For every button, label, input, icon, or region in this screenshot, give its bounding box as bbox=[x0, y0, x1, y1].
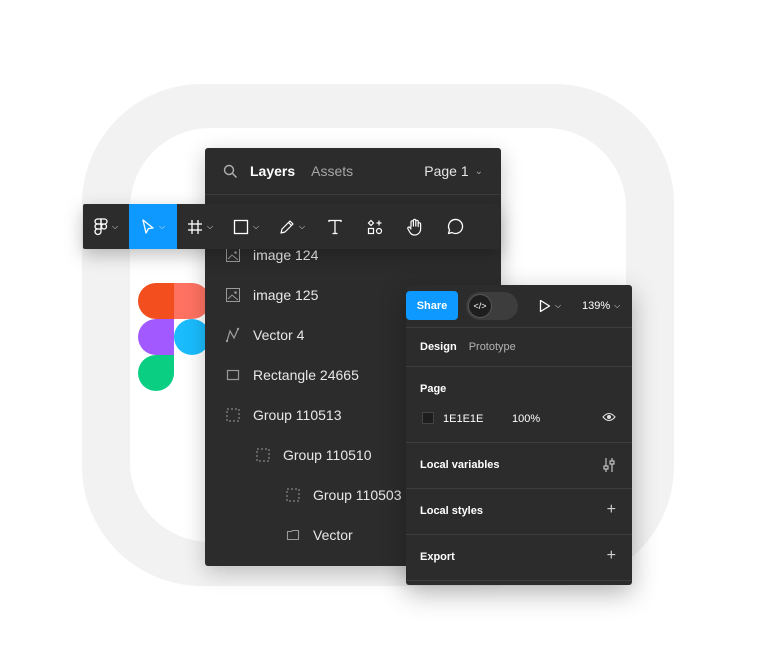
present-button[interactable]: ⌵ bbox=[539, 285, 561, 327]
local-variables-label: Local variables bbox=[420, 459, 500, 471]
chevron-down-icon: ⌵ bbox=[111, 221, 119, 231]
layer-row[interactable]: Rectangle 24665 bbox=[225, 355, 359, 395]
folder-icon bbox=[285, 527, 301, 543]
variables-adjust-icon[interactable] bbox=[603, 457, 615, 473]
chevron-down-icon: ⌵ bbox=[614, 301, 621, 310]
pen-tool-button[interactable]: ⌵ bbox=[269, 204, 315, 249]
page-color-swatch[interactable] bbox=[422, 412, 434, 424]
layer-name: image 124 bbox=[253, 247, 319, 263]
share-button[interactable]: Share bbox=[406, 291, 458, 320]
chevron-down-icon: ⌵ bbox=[298, 221, 306, 231]
vector-icon bbox=[225, 327, 241, 343]
chevron-down-icon: ⌵ bbox=[555, 301, 562, 310]
move-tool-button[interactable]: ⌵ bbox=[129, 204, 177, 249]
code-icon: </> bbox=[468, 294, 492, 318]
design-tabs: Design Prototype bbox=[406, 328, 632, 367]
move-tool-icon bbox=[141, 218, 155, 235]
layer-name: Group 110503 bbox=[313, 487, 402, 503]
chevron-down-icon: ⌵ bbox=[252, 221, 260, 231]
layer-row[interactable]: Group 110513 bbox=[225, 395, 341, 435]
layer-row[interactable]: Vector bbox=[285, 515, 353, 555]
export-label: Export bbox=[420, 551, 455, 563]
page-selector[interactable]: Page 1 ⌄ bbox=[424, 148, 483, 194]
rectangle-tool-icon bbox=[233, 219, 249, 235]
export-section[interactable]: Export + bbox=[406, 535, 632, 581]
comment-tool-icon bbox=[446, 218, 464, 236]
resources-button[interactable] bbox=[355, 204, 395, 249]
rectangle-icon bbox=[225, 367, 241, 383]
layer-name: Group 110510 bbox=[283, 447, 372, 463]
text-tool-button[interactable] bbox=[315, 204, 355, 249]
frame-tool-icon bbox=[187, 219, 203, 235]
search-icon[interactable] bbox=[223, 164, 238, 179]
tab-layers[interactable]: Layers bbox=[250, 163, 295, 179]
layers-panel-header: Layers Assets Page 1 ⌄ bbox=[205, 148, 501, 195]
figma-menu-icon bbox=[94, 217, 108, 236]
toolbar: ⌵ ⌵ ⌵ ⌵ ⌵ bbox=[83, 204, 500, 249]
pen-tool-icon bbox=[279, 219, 295, 235]
tab-design[interactable]: Design bbox=[420, 341, 457, 353]
zoom-value: 139% bbox=[582, 300, 611, 312]
design-panel: Share </> ⌵ 139% ⌵ Design Prototype Page… bbox=[406, 285, 632, 585]
hand-tool-icon bbox=[406, 218, 424, 236]
figma-menu-button[interactable]: ⌵ bbox=[83, 204, 129, 249]
chevron-down-icon: ⌵ bbox=[206, 221, 214, 231]
image-icon bbox=[225, 247, 241, 263]
layer-name: image 125 bbox=[253, 287, 319, 303]
local-styles-section[interactable]: Local styles + bbox=[406, 489, 632, 535]
dev-mode-toggle[interactable]: </> bbox=[466, 292, 518, 320]
page-color-hex[interactable]: 1E1E1E bbox=[443, 413, 483, 425]
group-icon bbox=[285, 487, 301, 503]
design-panel-topbar: Share </> ⌵ 139% ⌵ bbox=[406, 285, 632, 328]
figma-logo bbox=[138, 283, 208, 393]
text-tool-icon bbox=[327, 219, 343, 235]
group-icon bbox=[255, 447, 271, 463]
zoom-dropdown[interactable]: 139% ⌵ bbox=[582, 285, 620, 327]
local-variables-section[interactable]: Local variables bbox=[406, 443, 632, 489]
hand-tool-button[interactable] bbox=[395, 204, 435, 249]
group-icon bbox=[225, 407, 241, 423]
layer-name: Rectangle 24665 bbox=[253, 367, 359, 383]
chevron-down-icon: ⌵ bbox=[158, 221, 166, 231]
layer-name: Vector bbox=[313, 527, 353, 543]
layer-row[interactable]: Vector 4 bbox=[225, 315, 304, 355]
local-styles-label: Local styles bbox=[420, 505, 483, 517]
comment-tool-button[interactable] bbox=[435, 204, 475, 249]
add-export-plus-icon[interactable]: + bbox=[607, 548, 616, 564]
layer-row[interactable]: Group 110510 bbox=[255, 435, 371, 475]
tab-prototype[interactable]: Prototype bbox=[469, 341, 516, 353]
page-opacity[interactable]: 100% bbox=[512, 413, 540, 425]
page-selector-label: Page 1 bbox=[424, 163, 469, 179]
page-section: Page 1E1E1E 100% bbox=[406, 366, 632, 443]
layer-row[interactable]: image 125 bbox=[225, 275, 318, 315]
page-section-title: Page bbox=[420, 383, 447, 395]
frame-tool-button[interactable]: ⌵ bbox=[177, 204, 223, 249]
tab-assets[interactable]: Assets bbox=[311, 163, 353, 179]
resources-icon bbox=[367, 219, 383, 235]
layer-row[interactable]: Group 110503 bbox=[285, 475, 401, 515]
play-icon bbox=[539, 299, 551, 313]
chevron-down-icon: ⌄ bbox=[474, 165, 483, 177]
rectangle-tool-button[interactable]: ⌵ bbox=[223, 204, 269, 249]
layer-name: Vector 4 bbox=[253, 327, 305, 343]
add-style-plus-icon[interactable]: + bbox=[607, 502, 616, 518]
layer-name: Group 110513 bbox=[253, 407, 342, 423]
image-icon bbox=[225, 287, 241, 303]
eye-icon[interactable] bbox=[602, 412, 616, 422]
